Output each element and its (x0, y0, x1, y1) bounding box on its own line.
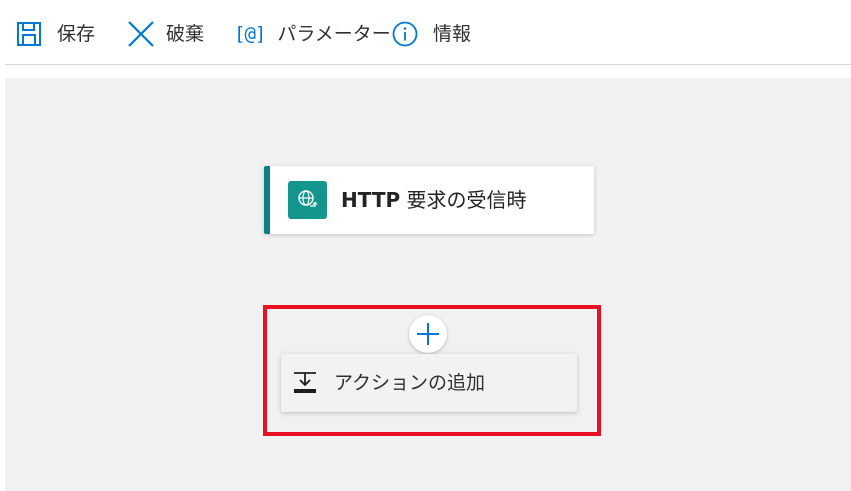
http-globe-icon (288, 181, 327, 219)
toolbar: 保存 破棄 [@] パラメーター 情報 (0, 0, 851, 66)
parameters-label: パラメーター (277, 23, 391, 45)
toolbar-divider (5, 64, 851, 65)
add-step-plus-button[interactable] (409, 315, 447, 353)
insert-action-icon (293, 371, 317, 395)
parameters-button[interactable]: [@] パラメーター (234, 14, 391, 54)
add-action-label: アクションの追加 (334, 372, 486, 394)
save-label: 保存 (57, 23, 96, 45)
trigger-card-http-request[interactable]: HTTP 要求の受信時 (264, 166, 594, 234)
trigger-title-text: 要求の受信時 (400, 188, 527, 212)
trigger-accent-bar (264, 166, 270, 234)
trigger-title-protocol: HTTP (341, 188, 401, 212)
info-label: 情報 (433, 23, 472, 45)
discard-button[interactable]: 破棄 (126, 14, 204, 54)
info-button[interactable]: 情報 (391, 14, 471, 54)
save-button[interactable]: 保存 (15, 14, 95, 54)
save-icon (15, 19, 45, 49)
add-action-button[interactable]: アクションの追加 (281, 354, 577, 412)
parameters-icon: [@] (234, 23, 266, 45)
close-icon (126, 19, 156, 49)
info-icon (391, 19, 421, 49)
discard-label: 破棄 (166, 23, 205, 45)
trigger-title: HTTP 要求の受信時 (341, 166, 527, 234)
